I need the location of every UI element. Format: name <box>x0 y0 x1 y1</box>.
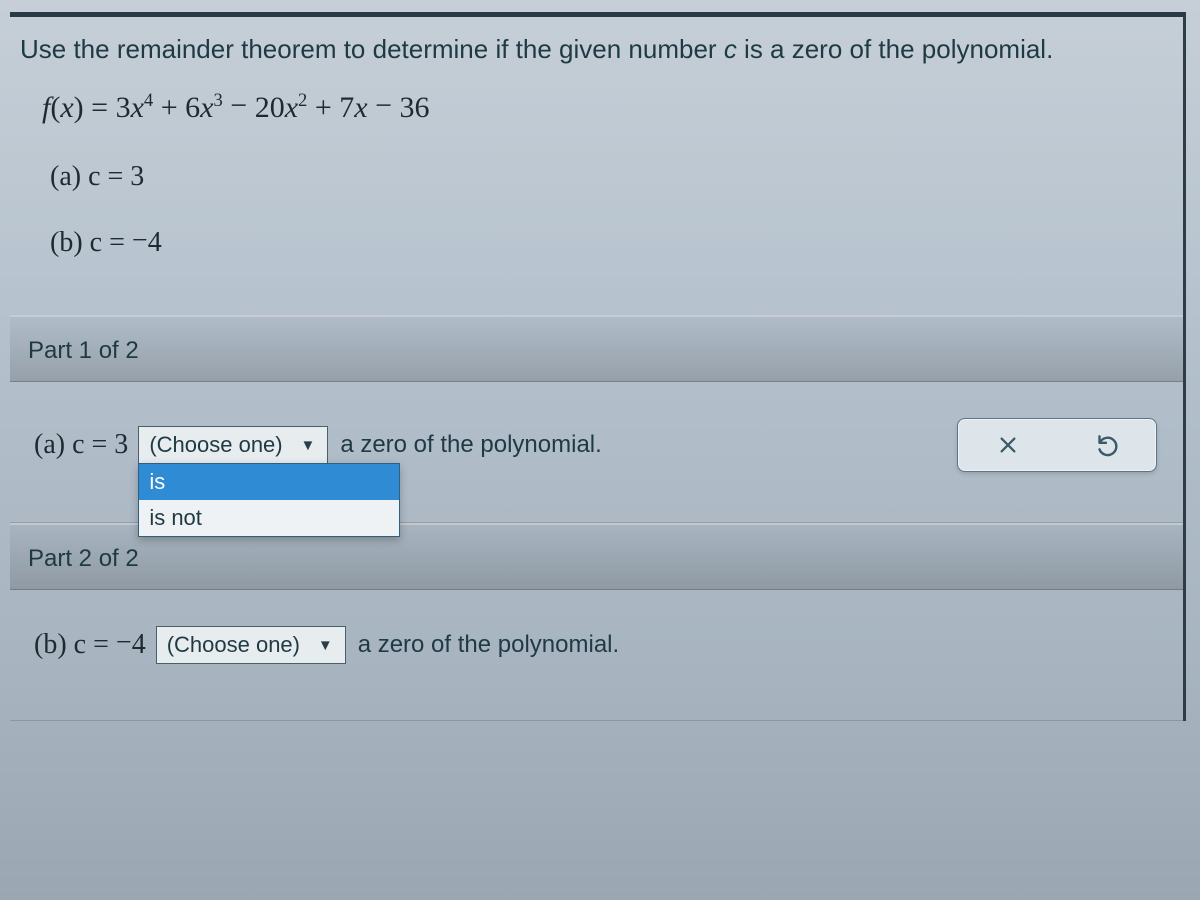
instruction-var: c <box>724 34 737 64</box>
part-1-dropdown[interactable]: (Choose one) ▼ <box>138 426 328 464</box>
part-2-dropdown-label: (Choose one) <box>167 632 300 658</box>
part-2-answer-row: (b) c = −4 (Choose one) ▼ a zero of the … <box>10 590 1183 721</box>
chevron-down-icon: ▼ <box>300 437 315 454</box>
part-2-suffix: a zero of the polynomial. <box>358 631 619 659</box>
clear-button[interactable] <box>960 421 1056 469</box>
part-1-button-group <box>957 418 1157 472</box>
part-1-prefix: (a) c = 3 <box>34 429 128 461</box>
polynomial-expression: f(x) = 3x4 + 6x3 − 20x2 + 7x − 36 <box>10 85 1173 153</box>
part-1-option-is-not[interactable]: is not <box>139 500 399 536</box>
part-1-header: Part 1 of 2 <box>10 315 1183 382</box>
given-a: (a) c = 3 <box>50 161 1173 193</box>
part-2-dropdown[interactable]: (Choose one) ▼ <box>156 626 346 664</box>
close-icon <box>997 434 1019 456</box>
question-instruction: Use the remainder theorem to determine i… <box>10 31 1173 85</box>
part-1-dropdown-label: (Choose one) <box>149 432 282 458</box>
part-1-suffix: a zero of the polynomial. <box>340 431 601 459</box>
instruction-pre: Use the remainder theorem to determine i… <box>20 34 724 64</box>
part-2-prefix: (b) c = −4 <box>34 629 146 661</box>
chevron-down-icon: ▼ <box>318 637 333 654</box>
given-values: (a) c = 3 (b) c = −4 <box>10 153 1173 315</box>
part-1-dropdown-list: is is not <box>138 463 400 537</box>
given-b: (b) c = −4 <box>50 227 1173 259</box>
undo-icon <box>1093 432 1119 458</box>
undo-button[interactable] <box>1058 421 1154 469</box>
part-1-option-is[interactable]: is <box>139 464 399 500</box>
instruction-post: is a zero of the polynomial. <box>737 34 1054 64</box>
part-1-answer-row: (a) c = 3 (Choose one) ▼ is is not a zer… <box>10 382 1183 523</box>
